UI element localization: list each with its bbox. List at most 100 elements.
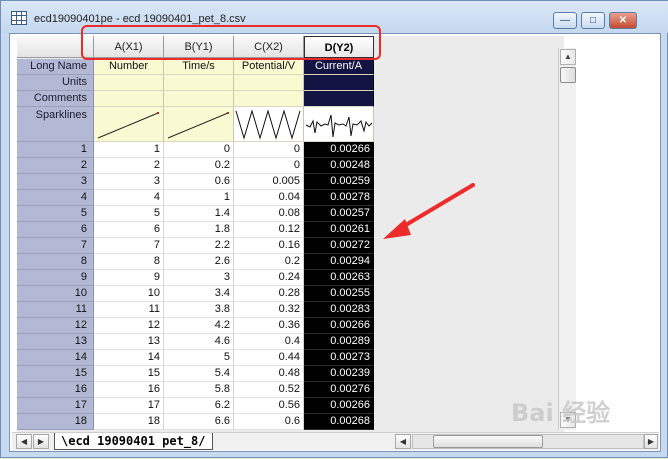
data-cell-b[interactable]: 3.4 <box>164 286 234 302</box>
data-cell-c[interactable]: 0.28 <box>234 286 304 302</box>
sheet-tab[interactable]: \ecd 19090401 pet_8/ <box>54 433 213 450</box>
prev-sheet-button[interactable]: ◀ <box>16 434 32 449</box>
vertical-scrollbar[interactable]: ▲ ▼ <box>558 48 576 430</box>
maximize-button[interactable]: □ <box>581 12 605 29</box>
data-cell-a[interactable]: 18 <box>94 414 164 430</box>
data-cell-d[interactable]: 0.00257 <box>304 206 374 222</box>
data-cell-a[interactable]: 16 <box>94 382 164 398</box>
row-header[interactable]: 15 <box>17 366 94 382</box>
data-cell-b[interactable]: 0 <box>164 142 234 158</box>
data-cell-c[interactable]: 0.44 <box>234 350 304 366</box>
data-cell-a[interactable]: 6 <box>94 222 164 238</box>
comments-d[interactable] <box>304 91 374 107</box>
data-cell-a[interactable]: 3 <box>94 174 164 190</box>
data-cell-c[interactable]: 0.04 <box>234 190 304 206</box>
data-cell-b[interactable]: 5.4 <box>164 366 234 382</box>
sparkline-d[interactable] <box>304 107 374 142</box>
scroll-down-button[interactable]: ▼ <box>560 412 576 428</box>
data-cell-d[interactable]: 0.00268 <box>304 414 374 430</box>
data-cell-b[interactable]: 4.6 <box>164 334 234 350</box>
data-cell-d[interactable]: 0.00272 <box>304 238 374 254</box>
data-cell-a[interactable]: 12 <box>94 318 164 334</box>
data-cell-c[interactable]: 0.16 <box>234 238 304 254</box>
data-cell-c[interactable]: 0.2 <box>234 254 304 270</box>
data-cell-b[interactable]: 5.8 <box>164 382 234 398</box>
data-cell-d[interactable]: 0.00278 <box>304 190 374 206</box>
long-name-c[interactable]: Potential/V <box>234 59 304 75</box>
data-cell-c[interactable]: 0.56 <box>234 398 304 414</box>
minimize-button[interactable]: — <box>553 12 577 29</box>
data-cell-c[interactable]: 0.08 <box>234 206 304 222</box>
data-cell-c[interactable]: 0.005 <box>234 174 304 190</box>
data-cell-d[interactable]: 0.00289 <box>304 334 374 350</box>
data-cell-c[interactable]: 0.32 <box>234 302 304 318</box>
data-cell-d[interactable]: 0.00273 <box>304 350 374 366</box>
row-header[interactable]: 17 <box>17 398 94 414</box>
row-header[interactable]: 6 <box>17 222 94 238</box>
close-button[interactable]: ✕ <box>609 12 637 29</box>
row-header[interactable]: 14 <box>17 350 94 366</box>
data-cell-c[interactable]: 0.6 <box>234 414 304 430</box>
worksheet-grid[interactable]: A(X1) B(Y1) C(X2) D(Y2) Long Name Number… <box>17 36 564 432</box>
data-cell-d[interactable]: 0.00255 <box>304 286 374 302</box>
data-cell-b[interactable]: 2.6 <box>164 254 234 270</box>
data-cell-d[interactable]: 0.00266 <box>304 398 374 414</box>
hscroll-left-button[interactable]: ◀ <box>395 434 411 449</box>
sparkline-c[interactable] <box>234 107 304 142</box>
data-cell-a[interactable]: 10 <box>94 286 164 302</box>
data-cell-a[interactable]: 9 <box>94 270 164 286</box>
row-header[interactable]: 2 <box>17 158 94 174</box>
corner-cell[interactable] <box>17 36 94 58</box>
long-name-a[interactable]: Number <box>94 59 164 75</box>
data-cell-c[interactable]: 0.36 <box>234 318 304 334</box>
data-cell-b[interactable]: 6.2 <box>164 398 234 414</box>
data-cell-d[interactable]: 0.00259 <box>304 174 374 190</box>
row-header[interactable]: 13 <box>17 334 94 350</box>
units-c[interactable] <box>234 75 304 91</box>
column-header-d[interactable]: D(Y2) <box>304 36 374 58</box>
data-cell-a[interactable]: 17 <box>94 398 164 414</box>
row-header[interactable]: 3 <box>17 174 94 190</box>
row-header[interactable]: 4 <box>17 190 94 206</box>
long-name-d[interactable]: Current/A <box>304 59 374 75</box>
data-cell-d[interactable]: 0.00266 <box>304 142 374 158</box>
row-header[interactable]: 10 <box>17 286 94 302</box>
data-cell-a[interactable]: 1 <box>94 142 164 158</box>
long-name-b[interactable]: Time/s <box>164 59 234 75</box>
row-header[interactable]: 11 <box>17 302 94 318</box>
data-cell-b[interactable]: 6.6 <box>164 414 234 430</box>
units-b[interactable] <box>164 75 234 91</box>
comments-b[interactable] <box>164 91 234 107</box>
data-cell-c[interactable]: 0 <box>234 142 304 158</box>
scroll-thumb[interactable] <box>560 67 576 83</box>
units-d[interactable] <box>304 75 374 91</box>
data-cell-a[interactable]: 15 <box>94 366 164 382</box>
row-header[interactable]: 9 <box>17 270 94 286</box>
data-cell-b[interactable]: 1.8 <box>164 222 234 238</box>
data-cell-c[interactable]: 0.4 <box>234 334 304 350</box>
data-cell-a[interactable]: 7 <box>94 238 164 254</box>
data-cell-c[interactable]: 0.48 <box>234 366 304 382</box>
data-cell-d[interactable]: 0.00283 <box>304 302 374 318</box>
next-sheet-button[interactable]: ▶ <box>33 434 49 449</box>
data-cell-d[interactable]: 0.00263 <box>304 270 374 286</box>
row-header[interactable]: 16 <box>17 382 94 398</box>
data-cell-b[interactable]: 5 <box>164 350 234 366</box>
data-cell-b[interactable]: 0.2 <box>164 158 234 174</box>
sparkline-a[interactable] <box>94 107 164 142</box>
data-cell-c[interactable]: 0.52 <box>234 382 304 398</box>
data-cell-c[interactable]: 0.12 <box>234 222 304 238</box>
data-cell-d[interactable]: 0.00276 <box>304 382 374 398</box>
hscroll-right-button[interactable]: ▶ <box>644 434 658 449</box>
data-cell-d[interactable]: 0.00239 <box>304 366 374 382</box>
data-cell-b[interactable]: 4.2 <box>164 318 234 334</box>
data-cell-c[interactable]: 0 <box>234 158 304 174</box>
data-cell-b[interactable]: 3 <box>164 270 234 286</box>
data-cell-d[interactable]: 0.00266 <box>304 318 374 334</box>
data-cell-b[interactable]: 2.2 <box>164 238 234 254</box>
data-cell-a[interactable]: 5 <box>94 206 164 222</box>
title-bar[interactable]: ecd19090401pe - ecd 19090401_pet_8.csv —… <box>1 1 668 33</box>
data-cell-b[interactable]: 3.8 <box>164 302 234 318</box>
comments-a[interactable] <box>94 91 164 107</box>
data-cell-b[interactable]: 1 <box>164 190 234 206</box>
